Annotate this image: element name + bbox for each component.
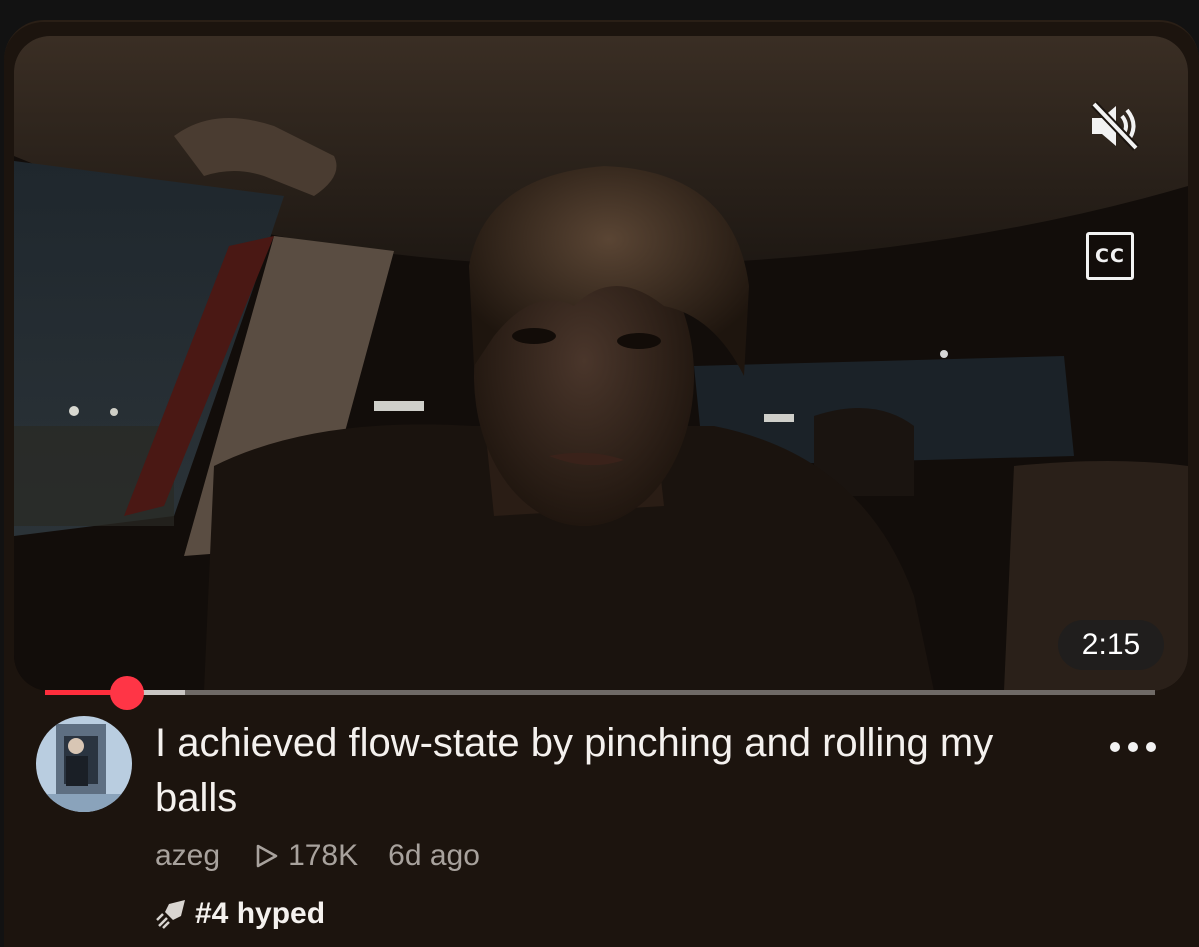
more-horizontal-icon <box>1110 742 1156 752</box>
video-metadata: azeg 178K 6d ago <box>155 836 480 876</box>
closed-captions-icon: CC <box>1095 245 1125 267</box>
video-frame <box>14 36 1188 691</box>
avatar-image <box>36 716 132 812</box>
mute-button[interactable] <box>1086 98 1144 154</box>
hype-badge[interactable]: #4 hyped <box>155 894 325 934</box>
closed-captions-button[interactable]: CC <box>1086 232 1134 280</box>
channel-name[interactable]: azeg <box>155 836 220 876</box>
more-options-button[interactable] <box>1107 734 1159 760</box>
duration-badge: 2:15 <box>1058 620 1164 670</box>
upload-age: 6d ago <box>388 839 480 872</box>
volume-muted-icon <box>1091 101 1139 151</box>
play-outline-icon <box>256 844 278 868</box>
video-title[interactable]: I achieved flow-state by pinching and ro… <box>155 716 1085 826</box>
hype-label: #4 hyped <box>195 897 326 930</box>
video-card: CC 2:15 I achieved flow-state by pinchin… <box>4 20 1199 947</box>
duration-text: 2:15 <box>1081 628 1141 661</box>
view-count: 178K <box>288 839 359 872</box>
channel-avatar[interactable] <box>36 716 132 812</box>
progress-bar[interactable] <box>45 676 1155 710</box>
progress-scrubber[interactable] <box>110 676 145 710</box>
video-player[interactable]: CC 2:15 <box>14 36 1188 691</box>
hype-rocket-icon <box>156 900 185 929</box>
